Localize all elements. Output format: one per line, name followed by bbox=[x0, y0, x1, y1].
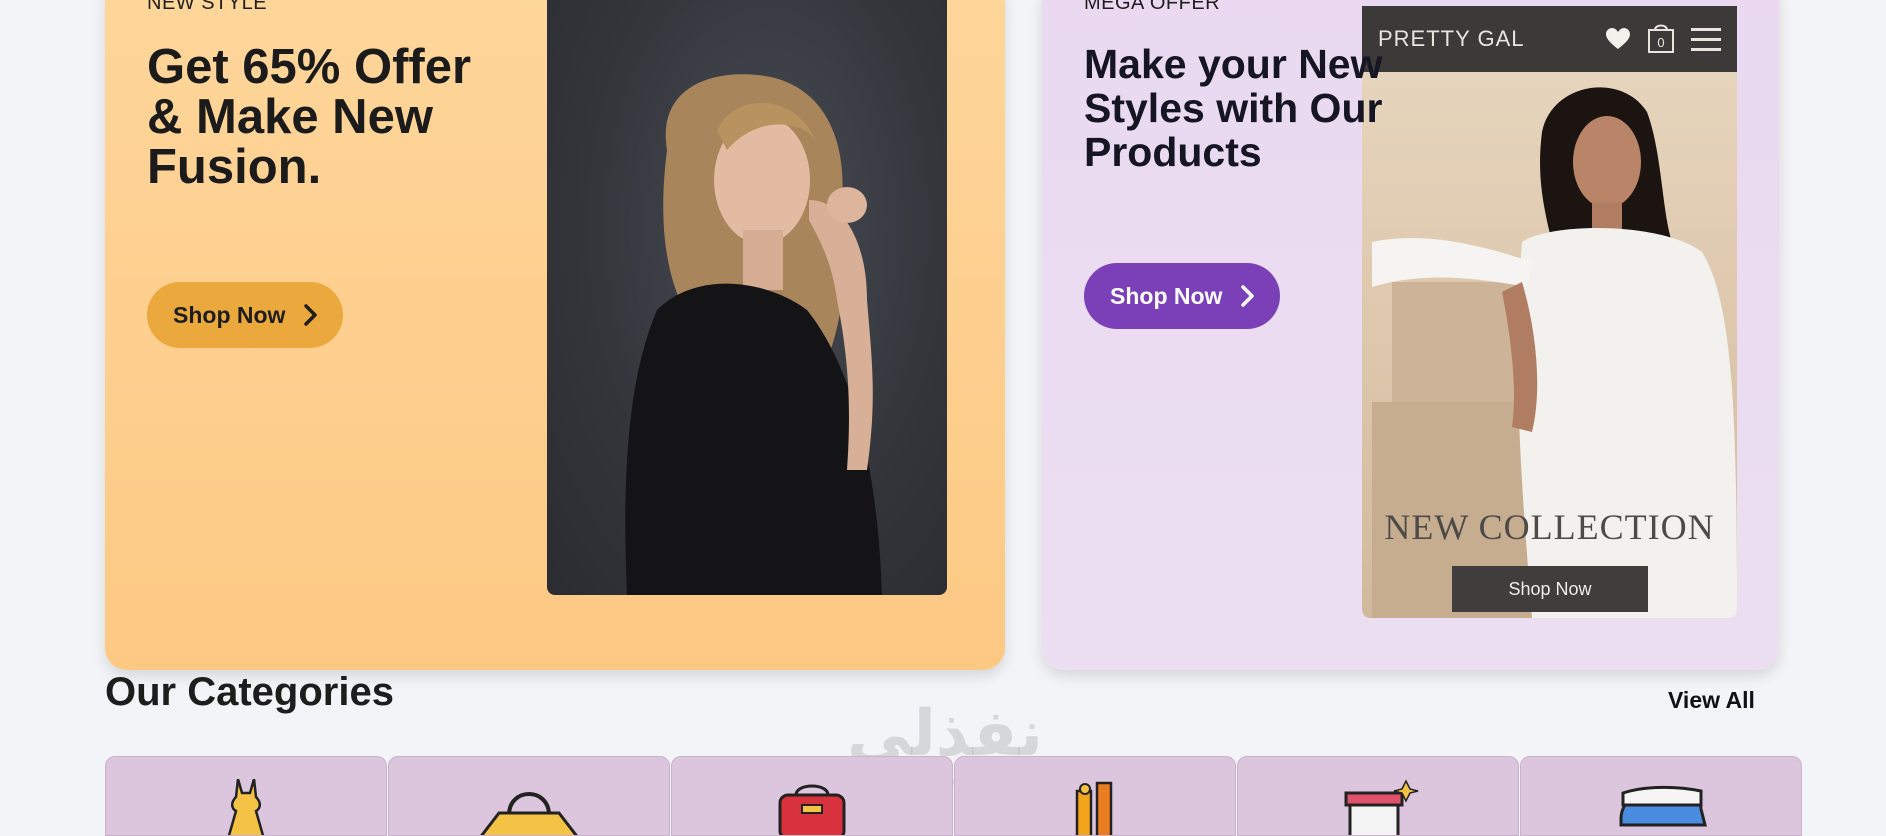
card-shop-button[interactable]: Shop Now bbox=[1452, 566, 1648, 612]
shop-now-label: Shop Now bbox=[173, 301, 286, 328]
category-item[interactable] bbox=[105, 756, 387, 836]
categories-title: Our Categories bbox=[105, 670, 394, 714]
banner-eyebrow: MEGA OFFER bbox=[1084, 0, 1221, 14]
banner-headline: Make your New Styles with Our Products bbox=[1084, 41, 1383, 175]
woman-dark-background-photo bbox=[547, 0, 947, 595]
menu-icon bbox=[1691, 28, 1721, 51]
shop-now-label: Shop Now bbox=[1110, 282, 1223, 309]
sneaker-icon bbox=[1619, 785, 1707, 827]
shop-now-button[interactable]: Shop Now bbox=[1084, 263, 1281, 329]
card-collection-text: NEW COLLECTION bbox=[1384, 507, 1715, 547]
category-item[interactable] bbox=[671, 756, 953, 836]
shop-now-button[interactable]: Shop Now bbox=[147, 282, 344, 348]
dress-icon bbox=[227, 779, 265, 835]
cosmetics-icon bbox=[1075, 781, 1113, 835]
category-strip bbox=[105, 756, 1833, 836]
purse-icon bbox=[778, 784, 846, 835]
banner-mega-offer: MEGA OFFER PRETTY GAL 0 NEW COLLECTION S… bbox=[1042, 0, 1779, 670]
category-item[interactable] bbox=[954, 756, 1236, 836]
cart-count: 0 bbox=[1657, 34, 1665, 50]
category-item[interactable] bbox=[1520, 756, 1802, 836]
banner-new-style: NEW STYLE Get 65% Offer & Make New Fusio… bbox=[105, 0, 1005, 670]
chevron-right-icon bbox=[1241, 285, 1255, 307]
heart-icon bbox=[1606, 28, 1630, 49]
banner-headline: Get 65% Offer & Make New Fusion. bbox=[147, 40, 472, 194]
category-item[interactable] bbox=[1237, 756, 1519, 836]
cart-icon: 0 bbox=[1647, 20, 1675, 59]
gift-icon bbox=[1344, 779, 1419, 835]
chevron-right-icon bbox=[304, 304, 318, 326]
banner-eyebrow: NEW STYLE bbox=[147, 0, 268, 14]
category-item[interactable] bbox=[388, 756, 670, 836]
handbag-icon bbox=[480, 792, 578, 835]
view-all-link[interactable]: View All bbox=[1668, 687, 1755, 714]
